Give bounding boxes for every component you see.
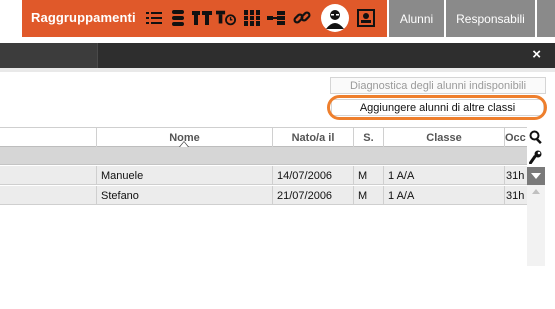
tab-alunni-label: Alunni (399, 11, 434, 26)
wrench-icon[interactable] (527, 148, 545, 166)
list-icon[interactable] (144, 9, 164, 27)
tab-responsabili[interactable]: Responsabili (445, 0, 535, 37)
cell-classe: 1 A/A (383, 186, 504, 205)
student-avatar-icon[interactable] (321, 4, 349, 32)
divider (0, 68, 555, 72)
dialog-header-segment (0, 43, 98, 68)
cell-nome: Manuele (96, 166, 272, 185)
link-icon[interactable] (292, 9, 312, 27)
group-clock-icon[interactable] (216, 9, 236, 27)
cell-sesso: M (353, 186, 383, 205)
tab-alunni[interactable]: Alunni (388, 0, 444, 37)
filter-dropdown-icon[interactable] (527, 167, 545, 185)
table-header: Nome Nato/a il S. Classe Occ (0, 127, 527, 147)
cell-sesso: M (353, 166, 383, 185)
column-occ-label: Occ (505, 131, 526, 144)
cell-nato: 21/07/2006 (272, 186, 353, 205)
groupings-bar: Raggruppamenti (22, 0, 387, 37)
stack-icon[interactable] (168, 9, 188, 27)
diagnostics-button-label: Diagnostica degli alunni indisponibili (349, 79, 527, 92)
cell-classe: 1 A/A (383, 166, 504, 185)
highlight-ring (327, 95, 547, 120)
cell-cognome (0, 186, 96, 205)
cell-occ: 31h (504, 186, 527, 205)
column-header-occ[interactable]: Occ (504, 128, 527, 147)
scrollbar[interactable] (527, 185, 545, 266)
column-sesso-label: S. (363, 131, 374, 144)
column-nato-label: Nato/a il (291, 131, 335, 144)
column-header-sesso[interactable]: S. (353, 128, 383, 147)
column-classe-label: Classe (426, 131, 462, 144)
close-icon[interactable]: × (532, 47, 541, 63)
column-header-nato[interactable]: Nato/a il (272, 128, 353, 147)
presentation-icon[interactable] (356, 9, 376, 27)
table-row[interactable]: Stefano 21/07/2006 M 1 A/A 31h (0, 186, 527, 205)
cell-cognome (0, 166, 96, 185)
dialog-header: × (0, 43, 555, 68)
group-tables-icon[interactable] (192, 9, 212, 27)
tab-responsabili-label: Responsabili (456, 11, 525, 26)
diagnostics-button[interactable]: Diagnostica degli alunni indisponibili (330, 77, 546, 94)
top-toolbar: Raggruppamenti Alunni Responsabili (0, 0, 555, 37)
columns-icon[interactable] (242, 9, 262, 27)
column-header-classe[interactable]: Classe (383, 128, 504, 147)
table-row[interactable]: Manuele 14/07/2006 M 1 A/A 31h (0, 166, 527, 185)
search-icon[interactable] (527, 128, 545, 146)
column-header-cognome[interactable] (0, 128, 96, 147)
table-tools (527, 127, 545, 266)
cell-occ: 31h (504, 166, 527, 185)
scroll-up-icon[interactable] (532, 189, 540, 194)
tree-icon[interactable] (266, 9, 286, 27)
group-row[interactable] (0, 147, 527, 165)
cell-nome: Stefano (96, 186, 272, 205)
tab-extra[interactable] (536, 0, 555, 37)
students-table: Nome Nato/a il S. Classe Occ Manuele 14/… (0, 127, 527, 266)
groupings-label[interactable]: Raggruppamenti (31, 10, 136, 25)
cell-nato: 14/07/2006 (272, 166, 353, 185)
